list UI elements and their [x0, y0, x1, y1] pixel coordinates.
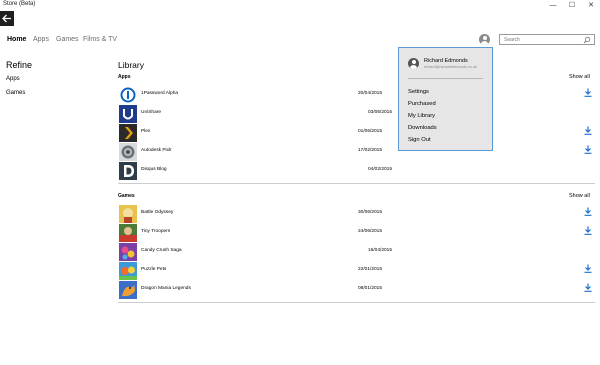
menu-divider — [408, 78, 483, 79]
user-icon — [411, 59, 416, 64]
menu-item-sign-out[interactable]: Sign Out — [408, 137, 431, 143]
app-icon — [119, 162, 137, 180]
download-icon[interactable] — [584, 283, 592, 292]
menu-item-settings[interactable]: Settings — [408, 89, 429, 95]
list-item[interactable]: 1Password Alpha 20/04/2015 — [118, 86, 595, 104]
item-name: Plex — [141, 129, 151, 134]
item-name: Dragon Mania Legends — [141, 286, 191, 291]
maximize-button[interactable]: ☐ — [564, 0, 580, 11]
section-title-apps: Apps — [118, 74, 131, 80]
tab-home[interactable]: Home — [7, 36, 26, 43]
menu-item-downloads[interactable]: Downloads — [408, 125, 437, 131]
item-date: 20/04/2015 — [358, 91, 383, 96]
app-icon — [119, 124, 137, 142]
item-name: 1Password Alpha — [141, 91, 179, 96]
item-name: UniShare — [141, 110, 161, 115]
download-icon[interactable] — [584, 126, 592, 135]
list-item[interactable]: Puzzle Pets 22/01/2015 — [118, 262, 595, 280]
section-title-games: Games — [118, 193, 135, 199]
account-menu: Richard Edmonds richard@richardedmonds.c… — [398, 47, 493, 151]
item-name: Autodesk Pixlr — [141, 148, 172, 153]
tab-apps[interactable]: Apps — [33, 36, 49, 43]
app-icon — [119, 86, 137, 104]
back-arrow-icon — [2, 14, 11, 23]
tab-games[interactable]: Games — [56, 36, 79, 43]
item-date: 01/06/2015 — [358, 129, 383, 134]
item-name: Candy Crush Saga — [141, 248, 182, 253]
tab-films-tv[interactable]: Films & TV — [83, 36, 117, 43]
item-date: 22/01/2015 — [358, 267, 383, 272]
item-date: 08/01/2015 — [358, 286, 383, 291]
menu-item-purchased[interactable]: Purchased — [408, 101, 436, 107]
back-button[interactable] — [0, 11, 14, 26]
app-icon — [119, 143, 137, 161]
refine-item-apps[interactable]: Apps — [6, 76, 20, 82]
show-all-apps-link[interactable]: Show all — [569, 74, 590, 80]
item-date: 30/06/2015 — [358, 210, 383, 215]
search-input[interactable]: Search — [504, 37, 520, 43]
download-icon[interactable] — [584, 88, 592, 97]
app-icon — [119, 105, 137, 123]
close-button[interactable]: ✕ — [583, 0, 599, 11]
item-date: 04/02/2015 — [368, 167, 393, 172]
page-title: Library — [118, 60, 144, 70]
game-art — [119, 205, 137, 223]
list-item[interactable]: Battle Odyssey 30/06/2015 — [118, 205, 595, 223]
item-date: 17/02/2015 — [358, 148, 383, 153]
refine-item-games[interactable]: Games — [6, 90, 25, 96]
item-name: Puzzle Pets — [141, 267, 167, 272]
list-item[interactable]: UniShare 03/06/2015 — [118, 105, 595, 123]
item-date: 03/06/2015 — [368, 110, 393, 115]
user-icon — [482, 35, 487, 40]
list-item[interactable]: Candy Crush Saga 16/04/2015 — [118, 243, 595, 261]
avatar — [408, 58, 419, 69]
refine-title: Refine — [6, 60, 33, 70]
list-item[interactable]: Autodesk Pixlr 17/02/2015 — [118, 143, 595, 161]
show-all-games-link[interactable]: Show all — [569, 193, 590, 199]
minimize-button[interactable]: — — [545, 0, 561, 11]
download-icon[interactable] — [584, 145, 592, 154]
search-box[interactable]: Search — [499, 34, 595, 45]
game-art — [119, 262, 137, 280]
section-divider — [118, 302, 595, 303]
game-art — [119, 281, 137, 299]
item-date: 24/06/2015 — [358, 229, 383, 234]
item-name: Battle Odyssey — [141, 210, 174, 215]
download-icon[interactable] — [584, 226, 592, 235]
search-icon[interactable] — [583, 36, 591, 44]
game-art — [119, 243, 137, 261]
account-email: richard@richardedmonds.co.uk — [424, 65, 477, 69]
account-name: Richard Edmonds — [424, 58, 468, 64]
download-icon[interactable] — [584, 264, 592, 273]
menu-item-my-library[interactable]: My Library — [408, 113, 435, 119]
title-bar: Store (Beta) — ☐ ✕ — [0, 0, 600, 11]
window-title: Store (Beta) — [3, 1, 36, 7]
list-item[interactable]: Disqus Blog 04/02/2015 — [118, 162, 595, 180]
item-name: Tiny Troopers — [141, 229, 171, 234]
item-date: 16/04/2015 — [368, 248, 393, 253]
game-art — [119, 224, 137, 242]
download-icon[interactable] — [584, 207, 592, 216]
list-item[interactable]: Dragon Mania Legends 08/01/2015 — [118, 281, 595, 299]
item-name: Disqus Blog — [141, 167, 167, 172]
section-divider — [118, 183, 595, 184]
list-item[interactable]: Plex 01/06/2015 — [118, 124, 595, 142]
account-avatar-button[interactable] — [479, 34, 490, 45]
list-item[interactable]: Tiny Troopers 24/06/2015 — [118, 224, 595, 242]
